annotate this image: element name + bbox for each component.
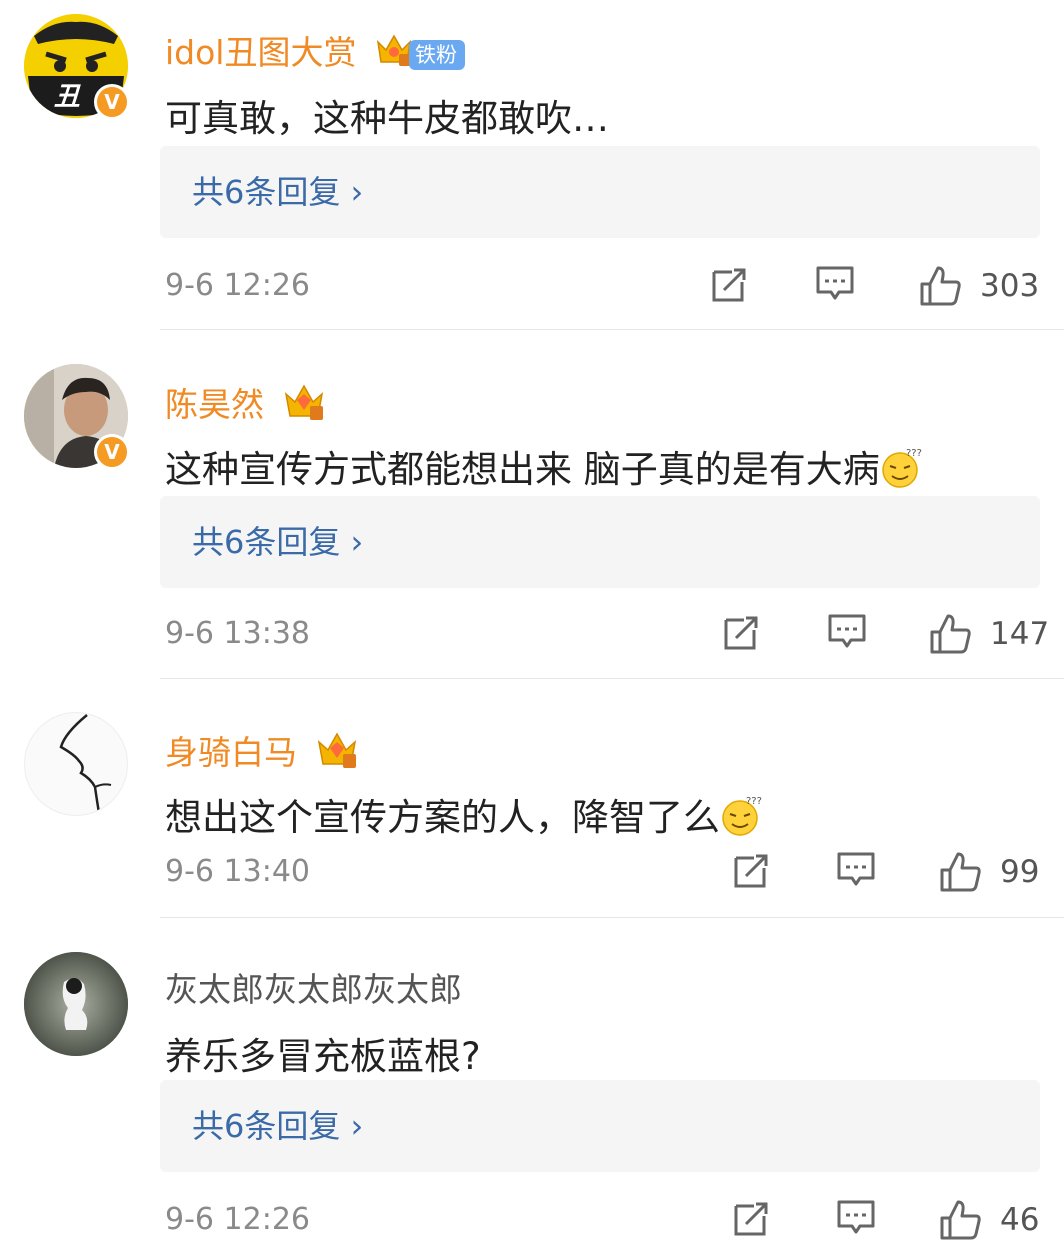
replies-link[interactable]: 共6条回复 › bbox=[192, 1104, 363, 1148]
comment-time: 9-6 13:38 bbox=[165, 616, 310, 651]
comment-item: 灰太郎灰太郎灰太郎 养乐多冒充板蓝根? 共6条回复 › 9-6 12:26 46 bbox=[0, 952, 1064, 1259]
replies-link[interactable]: 共6条回复 › bbox=[192, 520, 363, 564]
crown-icon bbox=[283, 382, 325, 431]
divider bbox=[160, 329, 1064, 330]
avatar[interactable] bbox=[24, 952, 128, 1056]
username[interactable]: idol丑图大赏 铁粉 bbox=[165, 32, 465, 77]
replies-box[interactable]: 共6条回复 › bbox=[160, 146, 1040, 238]
comment-time: 9-6 13:40 bbox=[165, 854, 310, 889]
like-icon[interactable] bbox=[938, 850, 982, 898]
repost-icon[interactable] bbox=[732, 850, 772, 894]
like-count: 147 bbox=[990, 616, 1050, 652]
comment-text-content: 想出这个宣传方案的人，降智了么 bbox=[165, 796, 720, 839]
dizzy-face-icon: ??? bbox=[880, 446, 922, 499]
avatar[interactable] bbox=[24, 712, 128, 816]
divider bbox=[160, 678, 1064, 679]
comment-time: 9-6 12:26 bbox=[165, 268, 310, 303]
username-text[interactable]: idol丑图大赏 bbox=[165, 33, 356, 72]
comment-icon[interactable] bbox=[815, 264, 855, 308]
comment-text: 养乐多冒充板蓝根? bbox=[165, 1035, 481, 1078]
comment-item: V 陈昊然 这种宣传方式都能想出来 脑子真的是有大病 ??? 共6条回复 › 9… bbox=[0, 364, 1064, 678]
username[interactable]: 陈昊然 bbox=[165, 382, 325, 431]
repost-icon[interactable] bbox=[722, 612, 762, 656]
avatar-char: 丑 bbox=[54, 82, 81, 112]
replies-box[interactable]: 共6条回复 › bbox=[160, 1080, 1040, 1172]
divider bbox=[160, 917, 1064, 918]
dizzy-face-icon: ??? bbox=[720, 794, 762, 847]
svg-text:???: ??? bbox=[746, 796, 762, 807]
comment-text-content: 这种宣传方式都能想出来 脑子真的是有大病 bbox=[165, 448, 880, 491]
avatar-line-art-icon bbox=[59, 714, 112, 814]
fan-badge: 铁粉 bbox=[408, 39, 465, 70]
like-icon[interactable] bbox=[938, 1198, 982, 1246]
username-text[interactable]: 陈昊然 bbox=[165, 385, 264, 424]
verified-badge: V bbox=[94, 84, 130, 120]
like-count: 46 bbox=[1000, 1202, 1040, 1238]
repost-icon[interactable] bbox=[710, 264, 750, 308]
comment-text: 可真敢，这种牛皮都敢吹… bbox=[165, 97, 609, 140]
comment-item: 丑 V idol丑图大赏 铁粉 可真敢，这种牛皮都敢吹… 共6条回复 › 9-6… bbox=[0, 14, 1064, 328]
crown-icon bbox=[375, 32, 413, 77]
replies-box[interactable]: 共6条回复 › bbox=[160, 496, 1040, 588]
username[interactable]: 灰太郎灰太郎灰太郎 bbox=[165, 970, 462, 1010]
comment-text: 想出这个宣传方案的人，降智了么 ??? bbox=[165, 794, 762, 847]
like-icon[interactable] bbox=[918, 264, 962, 312]
replies-link[interactable]: 共6条回复 › bbox=[192, 170, 363, 214]
like-count: 99 bbox=[1000, 854, 1040, 890]
username-text[interactable]: 灰太郎灰太郎灰太郎 bbox=[165, 970, 462, 1009]
svg-text:???: ??? bbox=[906, 448, 922, 459]
crown-icon bbox=[316, 730, 358, 779]
verified-badge: V bbox=[94, 434, 130, 470]
like-icon[interactable] bbox=[928, 612, 972, 660]
username-text[interactable]: 身骑白马 bbox=[165, 733, 297, 772]
like-count: 303 bbox=[980, 268, 1040, 304]
comment-time: 9-6 12:26 bbox=[165, 1202, 310, 1237]
comment-icon[interactable] bbox=[827, 612, 867, 656]
avatar-photo-icon bbox=[24, 952, 128, 1056]
comment-text: 这种宣传方式都能想出来 脑子真的是有大病 ??? bbox=[165, 446, 922, 499]
comment-item: 身骑白马 想出这个宣传方案的人，降智了么 ??? 9-6 13:40 99 bbox=[0, 712, 1064, 918]
username[interactable]: 身骑白马 bbox=[165, 730, 358, 779]
comment-icon[interactable] bbox=[836, 850, 876, 894]
repost-icon[interactable] bbox=[732, 1198, 772, 1242]
comment-icon[interactable] bbox=[836, 1198, 876, 1242]
